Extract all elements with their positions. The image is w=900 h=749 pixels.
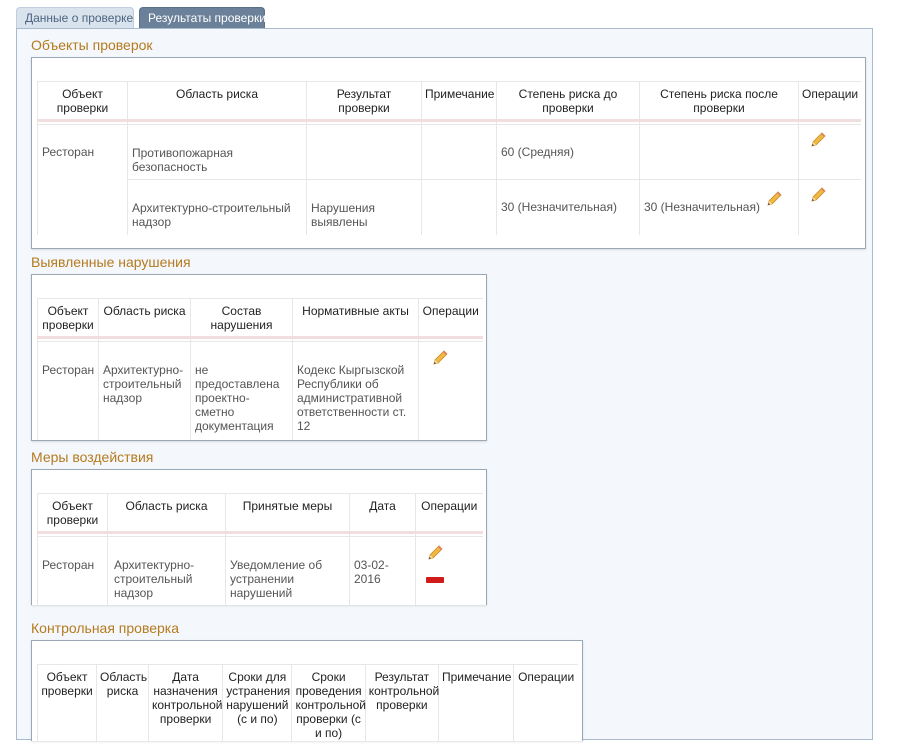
cell-measures: Уведомление об устранении нарушений xyxy=(225,536,350,605)
table-row: Архитектурно-строительный надзор Нарушен… xyxy=(37,179,861,235)
col-header-operations: Операции xyxy=(513,664,578,741)
col-header-date: Дата xyxy=(349,493,416,534)
cell-operations xyxy=(418,341,483,440)
cell-result xyxy=(306,124,422,180)
violations-box: Объект проверки Область риска Состав нар… xyxy=(31,274,487,441)
risk-after-value: 30 (Незначительная) xyxy=(644,200,760,215)
col-header-operations: Операции xyxy=(418,298,483,339)
col-header-note: Примечание xyxy=(421,81,497,122)
cell-risk-after: 30 (Незначительная) xyxy=(639,179,799,235)
measures-table: Объект проверки Область риска Принятые м… xyxy=(37,493,483,605)
col-header-operations: Операции xyxy=(798,81,861,122)
cell-risk-after xyxy=(639,124,799,180)
pencil-icon[interactable] xyxy=(431,349,449,367)
cell-risk-area: Архитектурно-строительный надзор xyxy=(127,179,307,235)
control-box: Объект проверки Область риска Дата назна… xyxy=(31,640,583,741)
cell-acts: Кодекс Кыргызской Республики об админист… xyxy=(292,341,419,440)
col-header-risk-area: Область риска xyxy=(107,493,226,534)
cell-object: Ресторан xyxy=(37,124,128,180)
table-header-row: Объект проверки Область риска Принятые м… xyxy=(37,493,483,534)
col-header-note: Примечание xyxy=(437,664,514,741)
cell-note xyxy=(421,124,497,180)
tab-inspection-data[interactable]: Данные о проверке xyxy=(16,7,134,29)
cell-object: Ресторан xyxy=(37,536,108,605)
cell-risk-area: Противопожарная безопасность xyxy=(127,124,307,180)
col-header-risk-area: Область риска xyxy=(127,81,307,122)
table-row: Ресторан Противопожарная безопасность 60… xyxy=(37,124,861,180)
cell-operations xyxy=(798,179,861,235)
table-header-row: Объект проверки Область риска Дата назна… xyxy=(36,664,578,741)
col-header-control-result: Результат контрольной проверки xyxy=(364,664,439,741)
col-header-measures: Принятые меры xyxy=(225,493,350,534)
col-header-acts: Нормативные акты xyxy=(292,298,419,339)
pencil-icon[interactable] xyxy=(809,131,827,149)
cell-result: Нарушения выявлены xyxy=(306,179,422,235)
col-header-risk-after: Степень риска после проверки xyxy=(639,81,799,122)
table-row: Ресторан Архитектурно-строительный надзо… xyxy=(37,536,483,605)
cell-operations xyxy=(415,536,483,605)
col-header-result: Результат проверки xyxy=(306,81,422,122)
col-header-assign-date: Дата назначения контрольной проверки xyxy=(147,664,223,741)
table-header-row: Объект проверки Область риска Результат … xyxy=(37,81,861,122)
cell-risk-before: 30 (Незначительная) xyxy=(496,179,640,235)
pencil-icon[interactable] xyxy=(426,544,444,562)
cell-object: Ресторан xyxy=(37,341,99,440)
cell-date: 03-02-2016 xyxy=(349,536,416,605)
table-header-row: Объект проверки Область риска Состав нар… xyxy=(37,298,483,339)
col-header-risk-area: Область риска xyxy=(96,664,149,741)
cell-object xyxy=(37,179,128,235)
cell-composition: не предоставлена проектно-сметно докумен… xyxy=(190,341,293,440)
measures-box: Объект проверки Область риска Принятые м… xyxy=(31,469,487,605)
col-header-risk-area: Область риска xyxy=(98,298,191,339)
control-table: Объект проверки Область риска Дата назна… xyxy=(36,664,578,741)
objects-table: Объект проверки Область риска Результат … xyxy=(37,81,861,235)
col-header-object: Объект проверки xyxy=(36,664,97,741)
pencil-icon[interactable] xyxy=(809,186,827,204)
col-header-object: Объект проверки xyxy=(37,81,128,122)
col-header-composition: Состав нарушения xyxy=(190,298,293,339)
section-title-control: Контрольная проверка xyxy=(31,620,180,636)
minus-icon[interactable] xyxy=(426,577,444,583)
table-row: Ресторан Архитектурно-строительный надзо… xyxy=(37,341,483,440)
col-header-object: Объект проверки xyxy=(37,493,108,534)
violations-table: Объект проверки Область риска Состав нар… xyxy=(37,298,483,440)
cell-note xyxy=(421,179,497,235)
col-header-fix-deadlines: Сроки для устранения нарушений (с и по) xyxy=(222,664,292,741)
section-title-violations: Выявленные нарушения xyxy=(31,254,191,270)
col-header-object: Объект проверки xyxy=(37,298,99,339)
col-header-risk-before: Степень риска до проверки xyxy=(496,81,640,122)
col-header-operations: Операции xyxy=(415,493,483,534)
tab-inspection-results[interactable]: Результаты проверки xyxy=(139,7,266,29)
section-title-objects: Объекты проверок xyxy=(31,37,153,53)
section-title-measures: Меры воздействия xyxy=(31,449,154,465)
cell-risk-before: 60 (Средняя) xyxy=(496,124,640,180)
cell-operations xyxy=(798,124,861,180)
cell-risk-area: Архитектурно-строительный надзор xyxy=(107,536,226,605)
cell-risk-area: Архитектурно-строительный надзор xyxy=(98,341,191,440)
pencil-icon[interactable] xyxy=(765,190,783,208)
results-panel: Объекты проверок Объект проверки Область… xyxy=(16,28,873,741)
col-header-control-period: Сроки проведения контрольной проверки (с… xyxy=(291,664,366,741)
objects-box: Объект проверки Область риска Результат … xyxy=(31,57,866,249)
